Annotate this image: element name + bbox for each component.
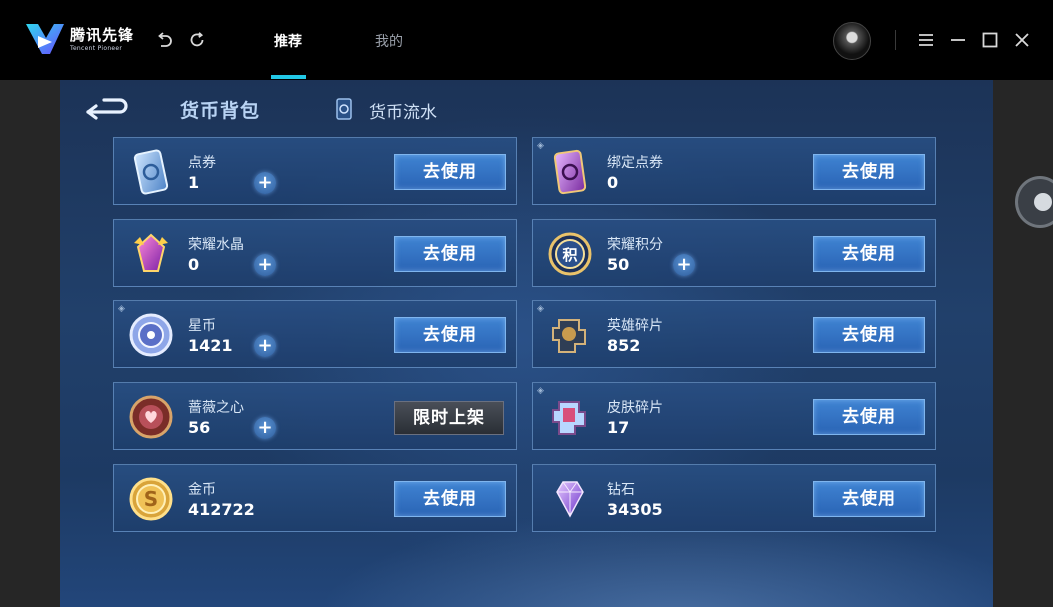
currency-name: 英雄碎片	[607, 318, 663, 335]
add-currency-button[interactable]: +	[254, 417, 276, 440]
limited-time-button[interactable]: 限时上架	[394, 401, 504, 436]
currency-count: 0	[607, 173, 619, 192]
add-currency-button[interactable]: +	[254, 253, 276, 276]
maximize-icon[interactable]	[980, 30, 1000, 50]
use-button[interactable]: 去使用	[813, 399, 925, 436]
currency-card: 蔷薇之心 56 + 限时上架	[113, 382, 517, 451]
currency-card: 钻石 34305 去使用	[532, 463, 936, 532]
currency-name: 钻石	[607, 481, 635, 498]
currency-name: 皮肤碎片	[607, 400, 663, 417]
currency-count: 34305	[607, 499, 663, 519]
currency-card: ◈ 皮肤碎片 17 去使用	[532, 382, 936, 451]
currency-card: ◈ 英雄碎片 852 去使用	[532, 300, 936, 369]
currency-name: 星币	[188, 318, 216, 335]
use-button[interactable]: 去使用	[813, 480, 925, 517]
coupon-card-icon	[126, 147, 176, 197]
currency-flow-tab[interactable]: 货币流水	[369, 98, 437, 123]
currency-card: 积 荣耀积分 50 + 去使用	[532, 218, 936, 287]
use-button[interactable]: 去使用	[813, 317, 925, 354]
diamond-icon	[545, 474, 595, 524]
use-button[interactable]: 去使用	[813, 154, 925, 190]
add-currency-button[interactable]: +	[673, 253, 695, 276]
titlebar-divider	[895, 30, 896, 50]
right-letterbox	[993, 80, 1053, 607]
currency-name: 蔷薇之心	[188, 400, 244, 417]
minimize-icon[interactable]	[948, 30, 968, 50]
use-button[interactable]: 去使用	[394, 317, 506, 354]
skin-fragment-icon	[545, 392, 595, 442]
return-arrow-icon[interactable]	[82, 94, 132, 122]
svg-text:积: 积	[562, 246, 577, 264]
currency-card: 点券 1 + 去使用	[113, 137, 517, 205]
back-arrow-icon[interactable]	[156, 31, 174, 49]
glory-points-icon: 积	[545, 229, 595, 279]
active-tab-indicator	[271, 75, 306, 79]
tab-recommend[interactable]: 推荐	[274, 31, 302, 51]
hero-fragment-icon	[545, 310, 595, 360]
currency-count: 1421	[188, 336, 233, 356]
currency-name: 绑定点券	[607, 155, 663, 171]
currency-name: 点券	[188, 155, 216, 171]
use-button[interactable]: 去使用	[394, 235, 506, 272]
app-logo-text: 腾讯先锋	[70, 26, 135, 44]
menu-icon[interactable]	[916, 30, 936, 50]
currency-card: ◈ 绑定点券 0 去使用	[532, 137, 936, 205]
svg-text:S: S	[144, 487, 158, 511]
rose-heart-icon	[126, 392, 176, 442]
title-bar: 腾讯先锋 Tencent Pioneer 推荐 我的	[0, 0, 1053, 80]
app-logo-subtext: Tencent Pioneer	[70, 45, 123, 52]
currency-bag-title: 货币背包	[180, 100, 261, 122]
game-view-currency-bag: 货币背包 货币流水 点券 1 + 去使用 ◈ 绑定点券 0 去使用 荣耀水晶 0 + 去使用积荣耀积分…	[60, 80, 993, 607]
refresh-icon[interactable]	[188, 31, 206, 49]
use-button[interactable]: 去使用	[394, 480, 506, 517]
currency-name: 荣耀水晶	[188, 236, 244, 253]
currency-name: 荣耀积分	[607, 236, 663, 253]
tab-mine[interactable]: 我的	[375, 31, 403, 51]
currency-count: 1	[188, 173, 200, 192]
currency-flow-icon[interactable]	[334, 97, 354, 121]
currency-card: ◈ 星币 1421 + 去使用	[113, 300, 517, 369]
close-icon[interactable]	[1012, 30, 1032, 50]
currency-name: 金币	[188, 481, 216, 498]
star-coin-icon	[126, 310, 176, 360]
user-avatar[interactable]	[833, 22, 871, 60]
bound-coupon-card-icon	[545, 147, 595, 197]
use-button[interactable]: 去使用	[394, 154, 506, 190]
currency-count: 412722	[188, 499, 255, 519]
left-letterbox	[0, 80, 60, 607]
currency-count: 852	[607, 336, 641, 356]
currency-count: 50	[607, 254, 630, 274]
currency-count: 0	[188, 254, 200, 274]
tencent-pioneer-logo-icon	[26, 24, 64, 54]
add-currency-button[interactable]: +	[254, 335, 276, 358]
currency-count: 56	[188, 418, 211, 438]
use-button[interactable]: 去使用	[813, 235, 925, 272]
gold-coin-icon: S	[126, 474, 176, 524]
currency-card: S 金币 412722 去使用	[113, 463, 517, 532]
glory-crystal-icon	[126, 229, 176, 279]
currency-card: 荣耀水晶 0 + 去使用	[113, 218, 517, 287]
currency-count: 17	[607, 418, 630, 438]
add-currency-button[interactable]: +	[254, 172, 276, 194]
